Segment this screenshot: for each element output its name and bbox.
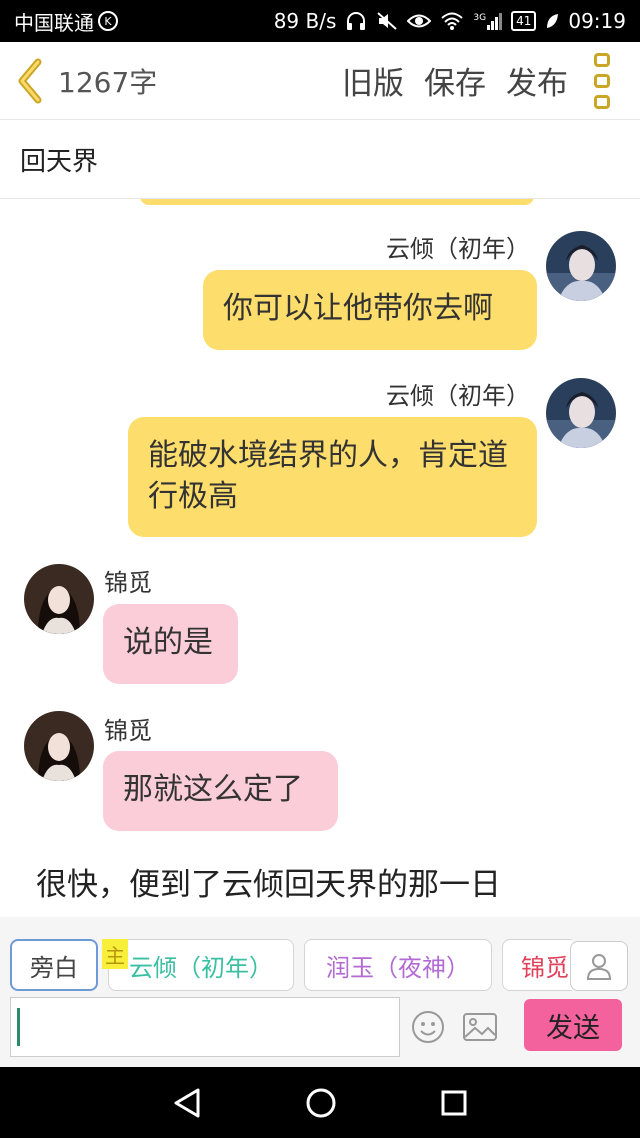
message-bubble[interactable]: 说的是 — [103, 604, 238, 684]
character-selector[interactable]: 旁白 云倾（初年） 润玉（夜神） 锦觅 — [0, 937, 572, 993]
character-chip-jinmi[interactable]: 锦觅 — [502, 939, 572, 991]
publish-button[interactable]: 发布 — [506, 58, 568, 103]
character-chip-runyu[interactable]: 润玉（夜神） — [304, 939, 492, 991]
top-bar: 1267字 旧版 保存 发布 — [0, 42, 640, 120]
status-right: 89 B/s 3G 41 09:19 — [274, 9, 626, 33]
old-version-button[interactable]: 旧版 — [342, 58, 404, 103]
message-input[interactable] — [11, 998, 399, 1056]
previous-bubble — [140, 199, 534, 205]
image-icon — [463, 1013, 497, 1041]
doc-title[interactable]: 回天界 — [0, 121, 640, 199]
signal-icon: 3G — [473, 12, 503, 30]
clock: 09:19 — [568, 9, 626, 33]
more-menu-button[interactable] — [594, 52, 616, 109]
message-bubble[interactable]: 能破水境结界的人，肯定道行极高 — [128, 417, 537, 537]
sender-name: 云倾（初年） — [386, 382, 530, 410]
avatar[interactable] — [24, 564, 94, 634]
mute-icon — [377, 12, 398, 30]
avatar[interactable] — [546, 231, 616, 301]
emoji-icon — [412, 1011, 444, 1043]
narration-text[interactable]: 很快，便到了云倾回天界的那一日 — [36, 859, 501, 904]
network-type: 3G — [473, 12, 487, 23]
network-speed: 89 B/s — [273, 9, 337, 33]
k-badge-icon: K — [98, 11, 118, 31]
character-chip-yunqing[interactable]: 云倾（初年） — [108, 939, 294, 991]
message-input-box[interactable] — [10, 997, 400, 1057]
carrier-name: 中国联通 — [14, 10, 94, 35]
chat-area[interactable]: 云倾（初年） 你可以让他带你去啊 云倾（初年） 能破水境结界的人，肯定道行极高 … — [0, 199, 640, 917]
sender-name: 云倾（初年） — [386, 235, 530, 263]
user-icon — [586, 954, 612, 980]
save-button[interactable]: 保存 — [424, 58, 486, 103]
eye-icon — [407, 14, 432, 28]
top-actions: 旧版 保存 发布 — [342, 58, 568, 103]
avatar[interactable] — [24, 711, 94, 781]
message-bubble[interactable]: 你可以让他带你去啊 — [203, 270, 537, 350]
more-vertical-icon — [594, 52, 610, 67]
wifi-icon — [441, 12, 464, 30]
back-button[interactable] — [0, 42, 58, 120]
character-chip-narrator[interactable]: 旁白 — [10, 939, 98, 991]
headphones-icon — [347, 12, 366, 30]
leaf-icon — [547, 14, 559, 28]
add-character-button[interactable] — [570, 941, 628, 991]
carrier: 中国联通 K — [14, 7, 118, 36]
text-caret — [17, 1008, 20, 1046]
avatar[interactable] — [546, 378, 616, 448]
word-count: 1267字 — [58, 65, 158, 99]
chevron-left-icon — [18, 58, 42, 103]
home-nav-icon[interactable] — [305, 1087, 337, 1119]
sender-name: 锦觅 — [104, 717, 152, 745]
send-button[interactable]: 发送 — [524, 999, 622, 1051]
navigation-bar — [0, 1067, 640, 1138]
emoji-button[interactable] — [410, 1009, 446, 1045]
compose-toolbar: 旁白 云倾（初年） 润玉（夜神） 锦觅 主 发送 — [0, 917, 640, 1067]
battery-icon: 41 — [511, 11, 537, 31]
sender-name: 锦觅 — [104, 569, 152, 597]
message-bubble[interactable]: 那就这么定了 — [103, 751, 338, 831]
back-nav-icon[interactable] — [172, 1087, 202, 1119]
image-button[interactable] — [462, 1009, 498, 1045]
status-bar: 中国联通 K 89 B/s 3G 41 09:19 — [0, 0, 640, 42]
main-character-badge: 主 — [102, 939, 128, 969]
recents-nav-icon[interactable] — [440, 1089, 468, 1117]
